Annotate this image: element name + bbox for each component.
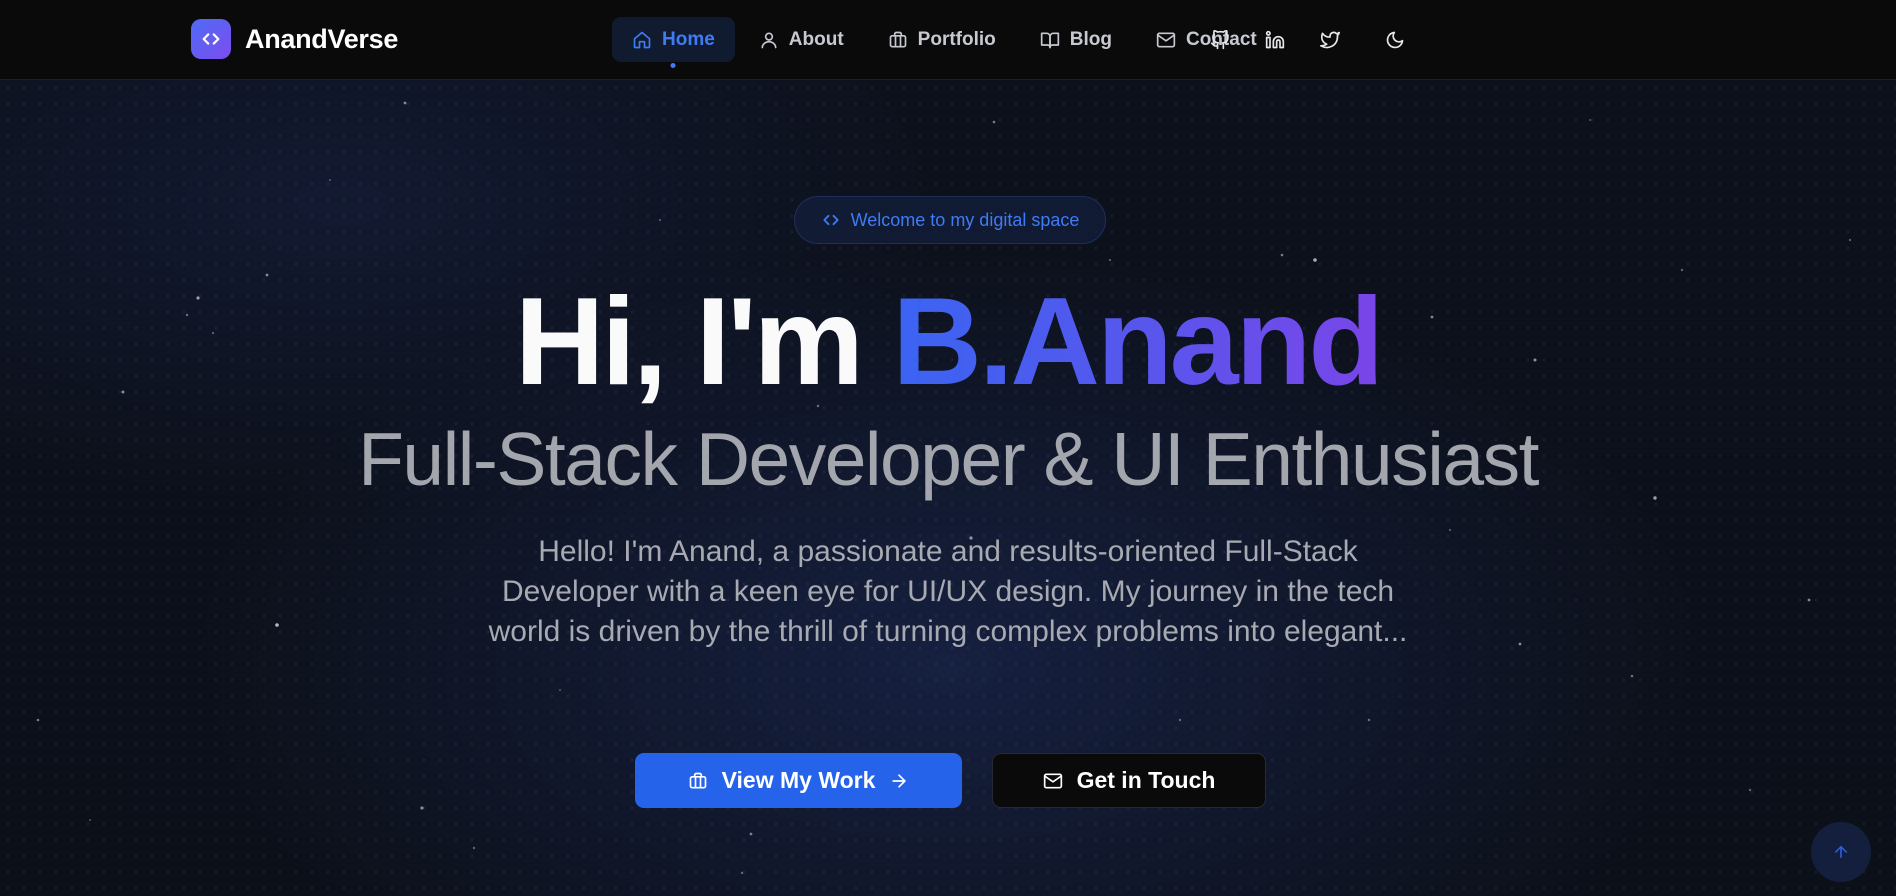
arrow-right-icon [892, 773, 907, 788]
page: AnandVerse Home About Portfolio Blog Con… [0, 0, 1896, 896]
briefcase-icon [889, 31, 907, 48]
briefcase-icon [689, 772, 706, 788]
github-link[interactable] [1203, 23, 1237, 57]
social-links [1182, 23, 1412, 57]
moon-icon [1386, 31, 1404, 49]
nav-item-label: About [788, 28, 844, 50]
nav-item-portfolio[interactable]: Portfolio [868, 17, 1016, 62]
linkedin-icon [1265, 30, 1285, 49]
scroll-to-top-button[interactable] [1811, 822, 1871, 882]
nav-item-label: Blog [1069, 28, 1112, 50]
github-icon [1210, 30, 1229, 50]
home-icon [633, 31, 651, 48]
main-nav: Home About Portfolio Blog Contact [612, 17, 1281, 62]
linkedin-link[interactable] [1258, 23, 1292, 57]
brand[interactable]: AnandVerse [191, 19, 398, 59]
nav-item-label: Portfolio [917, 28, 996, 50]
hero-intro: Hello! I'm Anand, a passionate and resul… [488, 535, 1408, 648]
get-in-touch-button[interactable]: Get in Touch [992, 753, 1266, 808]
view-my-work-label: View My Work [721, 767, 876, 793]
welcome-badge: Welcome to my digital space [794, 196, 1106, 244]
arrow-up-icon [1835, 846, 1847, 858]
greeting-text: Hi, I'm [514, 273, 893, 411]
code-brackets-icon [191, 19, 231, 59]
top-navbar: AnandVerse Home About Portfolio Blog Con… [0, 0, 1896, 80]
code-brackets-icon [823, 214, 839, 226]
view-my-work-button[interactable]: View My Work [635, 753, 962, 808]
user-icon [761, 31, 777, 48]
twitter-icon [1320, 31, 1340, 49]
hero-headline: Hi, I'm B.Anand [0, 272, 1896, 412]
nav-item-blog[interactable]: Blog [1020, 17, 1132, 62]
hero-subtitle: Full-Stack Developer & UI Enthusiast [358, 417, 1539, 501]
nav-item-home[interactable]: Home [612, 17, 735, 62]
nav-item-label: Home [662, 28, 715, 50]
mail-icon [1043, 773, 1062, 788]
theme-toggle[interactable] [1378, 23, 1412, 57]
mail-icon [1156, 32, 1176, 47]
get-in-touch-label: Get in Touch [1076, 767, 1216, 793]
hero-name: B.Anand [892, 273, 1384, 411]
welcome-text: Welcome to my digital space [850, 209, 1080, 230]
twitter-link[interactable] [1313, 23, 1347, 57]
nav-item-about[interactable]: About [739, 17, 864, 62]
brand-name: AnandVerse [245, 23, 399, 54]
book-open-icon [1040, 32, 1059, 48]
